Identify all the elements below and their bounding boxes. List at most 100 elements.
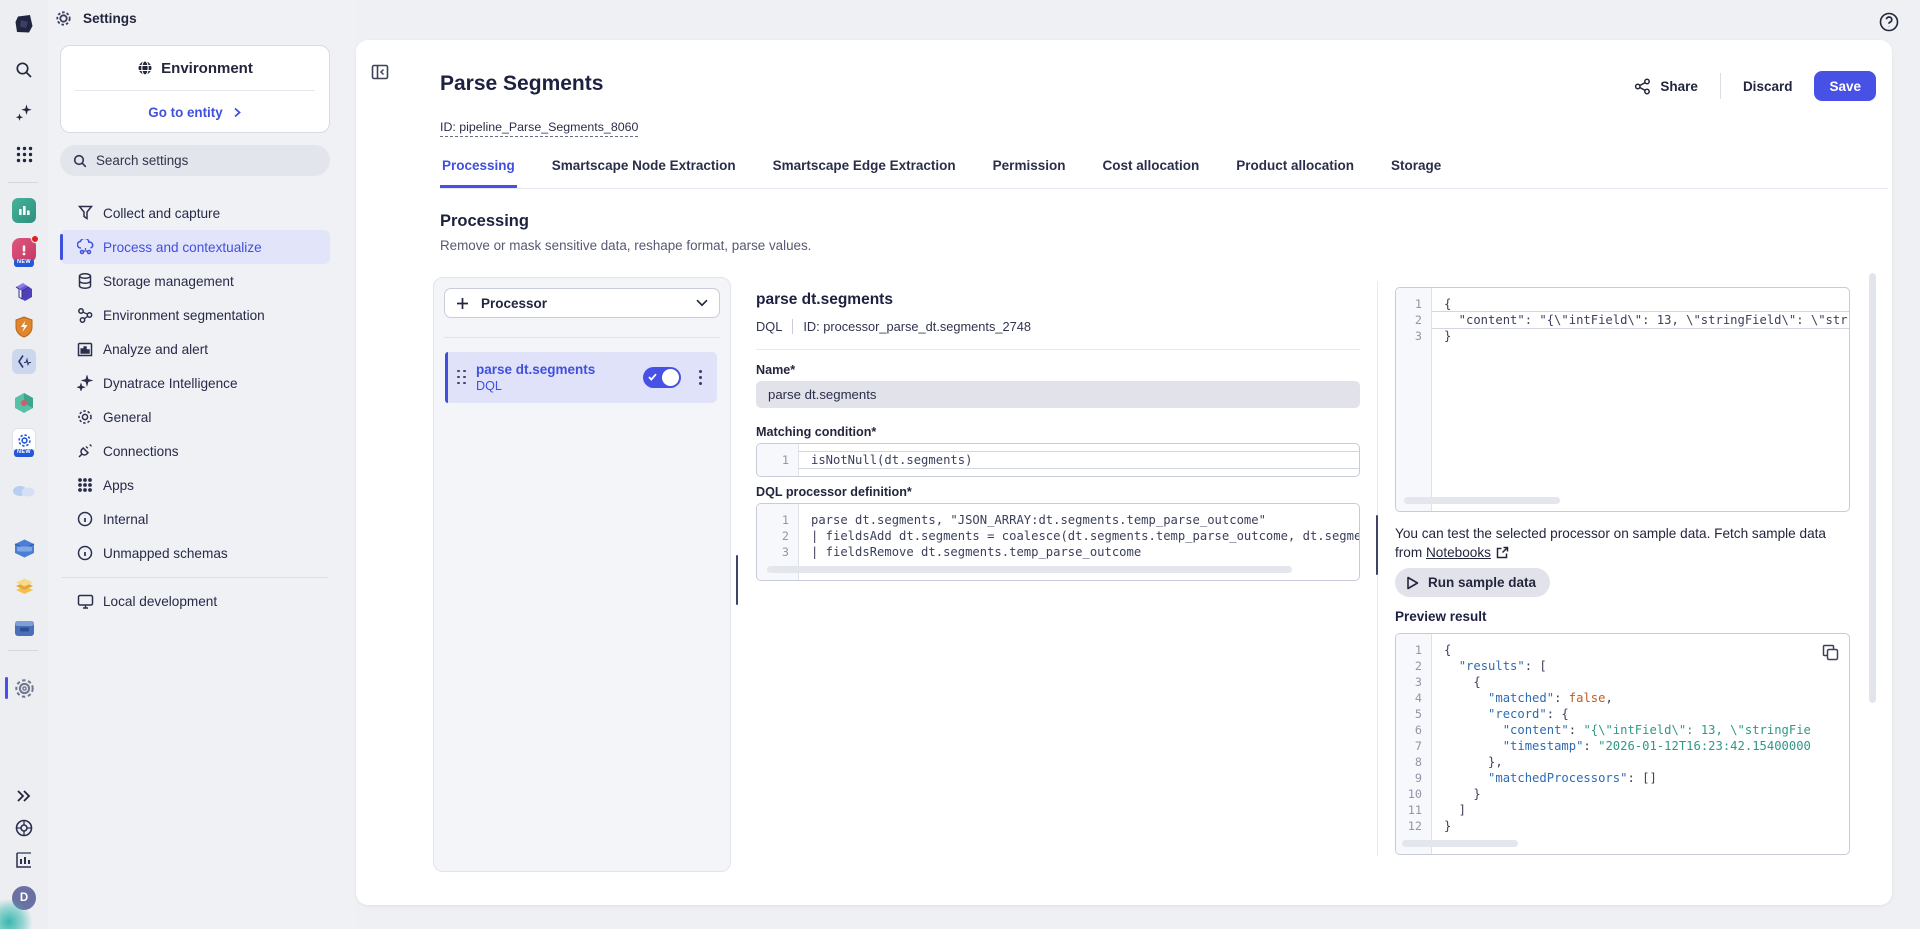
kubernetes-app-icon[interactable]: [12, 391, 36, 415]
info-icon: [76, 511, 94, 527]
selected-indicator: [445, 352, 448, 403]
sample-help-text: You can test the selected processor on s…: [1395, 524, 1850, 562]
check-icon: [648, 373, 657, 381]
header-actions: Share Discard Save: [1626, 70, 1876, 102]
dql-definition-label: DQL processor definition*: [756, 485, 912, 499]
sidebar-item-general[interactable]: General: [60, 400, 330, 434]
settings-nav: Collect and capture Process and contextu…: [60, 196, 330, 618]
copy-icon[interactable]: [1822, 644, 1839, 661]
external-link-icon[interactable]: [1496, 546, 1509, 559]
vertical-scrollbar[interactable]: [1869, 273, 1876, 703]
tab-smartscape-node-extraction[interactable]: Smartscape Node Extraction: [550, 152, 738, 188]
sidebar-item-local-development[interactable]: Local development: [60, 584, 330, 618]
services-app-icon[interactable]: [12, 280, 36, 304]
ai-sparkles-icon[interactable]: [12, 100, 36, 124]
chart-frame-icon: [76, 342, 94, 357]
matching-condition-editor[interactable]: 1 isNotNull(dt.segments): [756, 443, 1360, 477]
discard-button[interactable]: Discard: [1735, 73, 1801, 100]
sample-data-editor[interactable]: 123 { "content": "{\"intField\": 13, \"s…: [1395, 287, 1850, 512]
traces-app-icon[interactable]: [12, 349, 36, 373]
app-grid-icon[interactable]: [12, 142, 36, 166]
plus-icon: [456, 297, 469, 310]
tab-smartscape-edge-extraction[interactable]: Smartscape Edge Extraction: [771, 152, 958, 188]
divider: [1720, 73, 1721, 99]
processor-meta: DQL ID: processor_parse_dt.segments_2748: [756, 319, 1031, 334]
help-icon[interactable]: [1878, 11, 1900, 33]
horizontal-scrollbar[interactable]: [1402, 840, 1518, 847]
notebooks-link[interactable]: Notebooks: [1426, 545, 1491, 560]
search-placeholder: Search settings: [96, 153, 188, 168]
dynatrace-logo-icon[interactable]: [12, 12, 36, 36]
sidebar-item-process-and-contextualize[interactable]: Process and contextualize: [60, 230, 330, 264]
containers-app-icon[interactable]: [12, 616, 36, 640]
collapse-panel-icon[interactable]: [370, 62, 390, 82]
classic-settings-icon[interactable]: [12, 676, 36, 700]
preview-result-label: Preview result: [1395, 609, 1487, 624]
add-processor-button[interactable]: Processor: [444, 288, 720, 318]
processor-item[interactable]: parse dt.segments DQL: [445, 352, 717, 403]
processor-detail-title: parse dt.segments: [756, 291, 893, 309]
panel-resize-handle[interactable]: [1376, 515, 1378, 575]
security-app-icon[interactable]: [12, 315, 36, 339]
processor-type-label: DQL: [756, 319, 782, 334]
sidebar-item-dynatrace-intelligence[interactable]: Dynatrace Intelligence: [60, 366, 330, 400]
sidebar-item-connections[interactable]: Connections: [60, 434, 330, 468]
share-icon: [1634, 78, 1651, 95]
settings-gear-icon: [55, 10, 72, 27]
new-badge: NEW: [14, 449, 34, 457]
problems-app-icon[interactable]: NEW: [12, 238, 36, 262]
settings-app-icon[interactable]: NEW: [12, 428, 36, 452]
dql-definition-editor[interactable]: 123 parse dt.segments, "JSON_ARRAY:dt.se…: [756, 503, 1360, 581]
rail-divider: [8, 650, 38, 651]
name-input[interactable]: parse dt.segments: [756, 381, 1360, 408]
sidebar-item-unmapped-schemas[interactable]: Unmapped schemas: [60, 536, 330, 570]
chevron-down-icon: [696, 299, 708, 307]
pipeline-id-badge[interactable]: ID: pipeline_Parse_Segments_8060: [440, 120, 638, 137]
tab-processing[interactable]: Processing: [440, 152, 517, 188]
charts-app-icon[interactable]: [12, 198, 36, 222]
rail-active-indicator: [5, 677, 8, 699]
processor-enabled-toggle[interactable]: [643, 367, 681, 388]
sidebar-item-analyze-and-alert[interactable]: Analyze and alert: [60, 332, 330, 366]
app-title: Settings: [83, 11, 137, 26]
divider: [756, 349, 1360, 350]
clouds-app-icon[interactable]: [12, 478, 36, 502]
rail-divider: [8, 182, 38, 183]
tab-permission[interactable]: Permission: [991, 152, 1068, 188]
sidebar-item-environment-segmentation[interactable]: Environment segmentation: [60, 298, 330, 332]
environment-label: Environment: [161, 60, 253, 77]
save-button[interactable]: Save: [1814, 71, 1876, 101]
tab-cost-allocation[interactable]: Cost allocation: [1100, 152, 1201, 188]
go-to-entity-link[interactable]: Go to entity: [61, 91, 329, 133]
tab-product-allocation[interactable]: Product allocation: [1234, 152, 1356, 188]
drag-handle-icon[interactable]: [457, 370, 467, 386]
environment-card-title: Environment: [61, 46, 329, 90]
support-buoy-icon[interactable]: [12, 816, 36, 840]
process-icon: [76, 239, 94, 255]
kebab-menu-icon[interactable]: [691, 370, 709, 384]
share-button[interactable]: Share: [1626, 72, 1706, 101]
horizontal-scrollbar[interactable]: [767, 566, 1292, 573]
app-rail: NEW NEW D: [0, 0, 48, 929]
sidebar-item-collect-and-capture[interactable]: Collect and capture: [60, 196, 330, 230]
hub-app-icon[interactable]: [12, 536, 36, 560]
sparkles-icon: [76, 375, 94, 391]
preview-result-editor[interactable]: 123456789101112 { "results": [ { "matche…: [1395, 633, 1850, 855]
settings-sidebar: Settings Environment Go to entity Search…: [48, 0, 356, 929]
search-icon[interactable]: [12, 58, 36, 82]
horizontal-scrollbar[interactable]: [1404, 497, 1560, 504]
sidebar-item-storage-management[interactable]: Storage management: [60, 264, 330, 298]
tab-storage[interactable]: Storage: [1389, 152, 1443, 188]
storage-app-icon[interactable]: [12, 576, 36, 600]
search-settings-input[interactable]: Search settings: [60, 145, 330, 176]
processor-type: DQL: [476, 378, 643, 394]
section-title: Processing: [440, 212, 529, 231]
sidebar-item-apps[interactable]: Apps: [60, 468, 330, 502]
processor-list-panel: Processor parse dt.segments DQL: [433, 277, 731, 872]
usage-chart-icon[interactable]: [12, 848, 36, 872]
run-sample-data-button[interactable]: Run sample data: [1395, 568, 1550, 597]
sidebar-item-internal[interactable]: Internal: [60, 502, 330, 536]
panel-resize-handle[interactable]: [736, 555, 738, 605]
expand-rail-icon[interactable]: [12, 784, 36, 808]
new-badge: NEW: [14, 259, 34, 267]
